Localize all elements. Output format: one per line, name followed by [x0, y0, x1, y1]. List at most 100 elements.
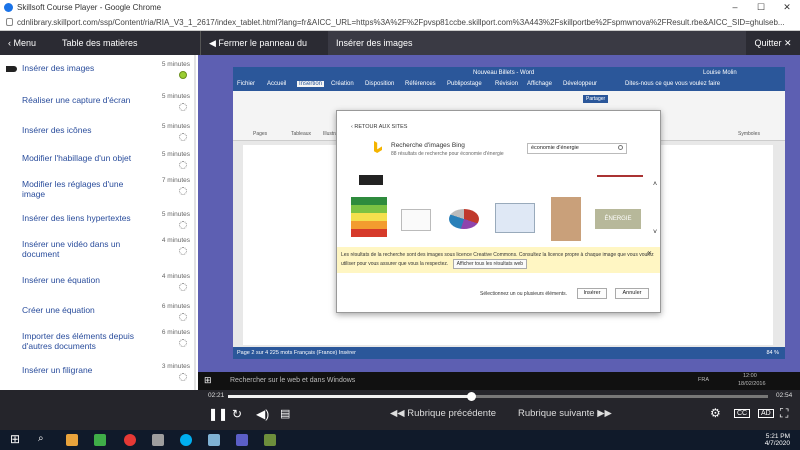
toc-item-duration: 5 minutes — [161, 123, 190, 130]
word-tab: Création — [331, 81, 354, 87]
os-date: 4/7/2020 — [764, 440, 790, 447]
video-lang: FRA — [698, 377, 709, 383]
replay-icon[interactable]: ↻ — [232, 407, 242, 421]
word-tab: Accueil — [267, 81, 287, 87]
quit-label: Quitter — [754, 37, 782, 48]
prev-label: Rubrique précédente — [407, 408, 496, 419]
word-title-bar: Nouveau Billets - Word Louise Molin — [233, 67, 785, 80]
settings-gear-icon[interactable]: ⚙ — [710, 406, 721, 420]
transcript-icon[interactable]: ▤ — [280, 407, 290, 420]
select-hint: Sélectionnez un ou plusieurs éléments. — [480, 291, 567, 297]
ribbon-group-symbols: Symboles — [738, 131, 760, 137]
not-started-status-icon — [179, 161, 187, 169]
search-icon[interactable]: ⌕ — [38, 433, 44, 444]
image-search-input[interactable]: économie d'énergie — [527, 143, 627, 154]
toc-heading: Table des matières — [62, 38, 138, 48]
browser-title-bar: Skillsoft Course Player - Google Chrome — [0, 0, 800, 14]
minimize-button[interactable]: – — [722, 0, 748, 14]
windows-start-icon[interactable]: ⊞ — [10, 432, 20, 446]
quit-button[interactable]: Quitter ✕ — [746, 38, 800, 49]
word-tab: Références — [405, 81, 436, 87]
fullscreen-icon[interactable]: ⛶ — [780, 406, 788, 421]
toc-item-title: Modifier les réglages d'une image — [22, 179, 124, 199]
chrome-taskbar-icon[interactable] — [124, 434, 136, 446]
toc-item-duration: 4 minutes — [161, 237, 190, 244]
word-tab: Révision — [495, 81, 519, 87]
video-windows-taskbar: ⊞ Rechercher sur le web et dans Windows … — [198, 372, 800, 390]
browser-title: Skillsoft Course Player - Google Chrome — [17, 2, 162, 12]
insert-button[interactable]: Insérer — [577, 288, 607, 299]
video-date: 18/02/2016 — [738, 381, 766, 387]
word-status-text: Page 2 sur 4 225 mots Français (France) … — [237, 350, 356, 356]
toc-item-title: Insérer des images — [22, 63, 95, 73]
word-tell-me: Dites-nous ce que vous voulez faire — [625, 81, 721, 87]
toc-item-duration: 5 minutes — [161, 151, 190, 158]
os-taskbar: ⊞ ⌕ 5:21 PM 4/7/2020 — [0, 430, 800, 450]
scroll-up-icon[interactable]: ˄ — [653, 181, 657, 188]
calculator-icon[interactable] — [152, 434, 164, 446]
word-zoom: 84 % — [766, 350, 779, 356]
app-icon[interactable] — [208, 434, 220, 446]
toc-item-title: Réaliser une capture d'écran — [22, 95, 131, 105]
elapsed-time: 02:21 — [208, 392, 225, 399]
address-bar[interactable]: cdnlibrary.skillport.com/ssp/Content/ria… — [0, 14, 800, 31]
app-icon[interactable] — [264, 434, 276, 446]
image-thumbnail[interactable] — [495, 203, 535, 233]
closed-captions-button[interactable]: CC — [734, 409, 751, 418]
dismiss-notice-icon[interactable]: ✕ — [647, 250, 652, 258]
toc-item-title: Modifier l'habillage d'un objet — [22, 153, 132, 163]
not-started-status-icon — [179, 247, 187, 255]
image-thumbnail[interactable] — [597, 175, 643, 177]
video-time: 12:00 — [743, 373, 757, 379]
os-clock: 5:21 PM 4/7/2020 — [765, 433, 790, 447]
share-button[interactable]: Partager — [583, 95, 609, 103]
word-ribbon-tabs: Fichier Accueil Insertion Création Dispositi… — [233, 80, 785, 91]
store-icon[interactable] — [66, 434, 78, 446]
cancel-button[interactable]: Annuler — [615, 288, 649, 299]
toc-item-duration: 5 minutes — [161, 93, 190, 100]
app-icon[interactable] — [94, 434, 106, 446]
maximize-button[interactable]: ☐ — [748, 0, 774, 14]
windows-start-icon: ⊞ — [204, 375, 212, 385]
search-icon[interactable] — [618, 145, 623, 150]
toc-item-duration: 7 minutes — [161, 177, 190, 184]
scroll-down-icon[interactable]: ˅ — [653, 229, 657, 236]
window-controls: – ☐ ✕ — [722, 0, 800, 14]
close-menu-panel-button[interactable]: ◀ Fermer le panneau du menu — [200, 31, 328, 72]
pause-icon[interactable]: ❚❚ — [208, 407, 228, 421]
bing-logo-icon — [374, 141, 382, 153]
not-started-status-icon — [179, 221, 187, 229]
video-search-placeholder: Rechercher sur le web et dans Windows — [230, 377, 356, 384]
image-thumbnail[interactable] — [551, 197, 581, 241]
audio-description-button[interactable]: AD — [758, 409, 774, 418]
not-started-status-icon — [179, 133, 187, 141]
show-all-web-results-button[interactable]: Afficher tous les résultats web — [452, 259, 527, 269]
image-thumbnail[interactable] — [359, 175, 383, 185]
previous-topic-button[interactable]: ◀◀ Rubrique précédente — [390, 408, 496, 419]
skype-icon[interactable] — [180, 434, 192, 446]
current-topic-arrow-icon — [6, 66, 17, 72]
not-started-status-icon — [179, 373, 187, 381]
toc-sidebar: Insérer des images 5 minutes Réaliser une … — [0, 55, 196, 390]
search-value: économie d'énergie — [531, 145, 579, 151]
word-status-bar: Page 2 sur 4 225 mots Français (France) … — [233, 347, 785, 359]
url-text: cdnlibrary.skillport.com/ssp/Content/ria… — [17, 17, 785, 27]
next-topic-button[interactable]: Rubrique suivante ▶▶ — [518, 408, 612, 419]
back-to-sites-link[interactable]: ‹ RETOUR AUX SITES — [351, 124, 407, 130]
image-thumbnail[interactable] — [449, 209, 479, 229]
image-thumbnail[interactable]: ÉNERGIE — [595, 209, 641, 229]
bing-image-dialog: ‹ RETOUR AUX SITES Recherche d'images Bi… — [336, 110, 661, 313]
image-thumbnail[interactable] — [401, 209, 431, 231]
result-count: 88 résultats de recherche pour économie … — [391, 151, 504, 157]
volume-icon[interactable]: ◀) — [256, 407, 269, 421]
os-time: 5:21 PM — [765, 433, 790, 440]
menu-button[interactable]: ‹ Menu — [0, 38, 62, 48]
word-tab: Affichage — [527, 81, 552, 87]
toc-item-duration: 4 minutes — [161, 273, 190, 280]
word-tab: Développeur — [563, 81, 598, 87]
toc-item-duration: 6 minutes — [161, 329, 190, 336]
teams-icon[interactable] — [236, 434, 248, 446]
image-thumbnail[interactable] — [351, 197, 387, 237]
close-window-button[interactable]: ✕ — [774, 0, 800, 14]
progress-handle[interactable] — [467, 392, 476, 401]
